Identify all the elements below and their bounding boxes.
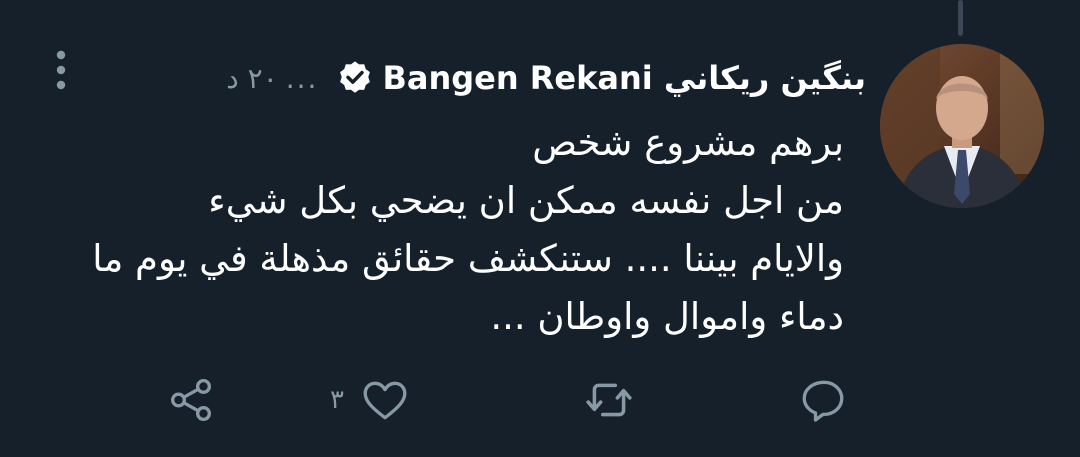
avatar[interactable] bbox=[880, 44, 1044, 208]
tweet-line-1: برهم مشروع شخص bbox=[532, 121, 844, 164]
tweet-line-3: والايام بيننا .... ستنكشف حقائق مذهلة في… bbox=[92, 237, 844, 280]
tweet-line-4: دماء واموال واوطان ... bbox=[490, 295, 844, 338]
like-button[interactable]: ٣ bbox=[330, 370, 410, 430]
verified-badge-icon bbox=[340, 61, 371, 93]
avatar-photo bbox=[880, 44, 1044, 208]
tweet-header: بنگین ريكاني Bangen Rekani ... ٢٠ د bbox=[226, 52, 866, 104]
reply-button[interactable] bbox=[798, 370, 848, 430]
ellipsis-text: ... bbox=[285, 61, 319, 95]
tweet-line-2: من اجل نفسه ممكن ان يضحي بكل شيء bbox=[208, 179, 844, 222]
retweet-button[interactable] bbox=[584, 370, 634, 430]
tweet-card[interactable]: بنگین ريكاني Bangen Rekani ... ٢٠ د برهم… bbox=[0, 0, 1080, 457]
more-options-icon[interactable] bbox=[56, 50, 66, 90]
heart-icon bbox=[363, 381, 407, 420]
like-count: ٣ bbox=[330, 385, 344, 415]
tweet-text: برهم مشروع شخص من اجل نفسه ممكن ان يضحي … bbox=[24, 114, 844, 346]
timestamp[interactable]: ٢٠ د bbox=[226, 62, 277, 95]
tweet-actions-bar: ٣ bbox=[0, 370, 1080, 430]
share-button[interactable] bbox=[166, 370, 216, 430]
retweet-icon bbox=[586, 383, 632, 417]
display-name[interactable]: بنگین ريكاني Bangen Rekani bbox=[382, 59, 866, 97]
reply-icon bbox=[802, 380, 844, 422]
share-icon bbox=[171, 378, 211, 422]
thread-connector-line bbox=[958, 0, 963, 36]
